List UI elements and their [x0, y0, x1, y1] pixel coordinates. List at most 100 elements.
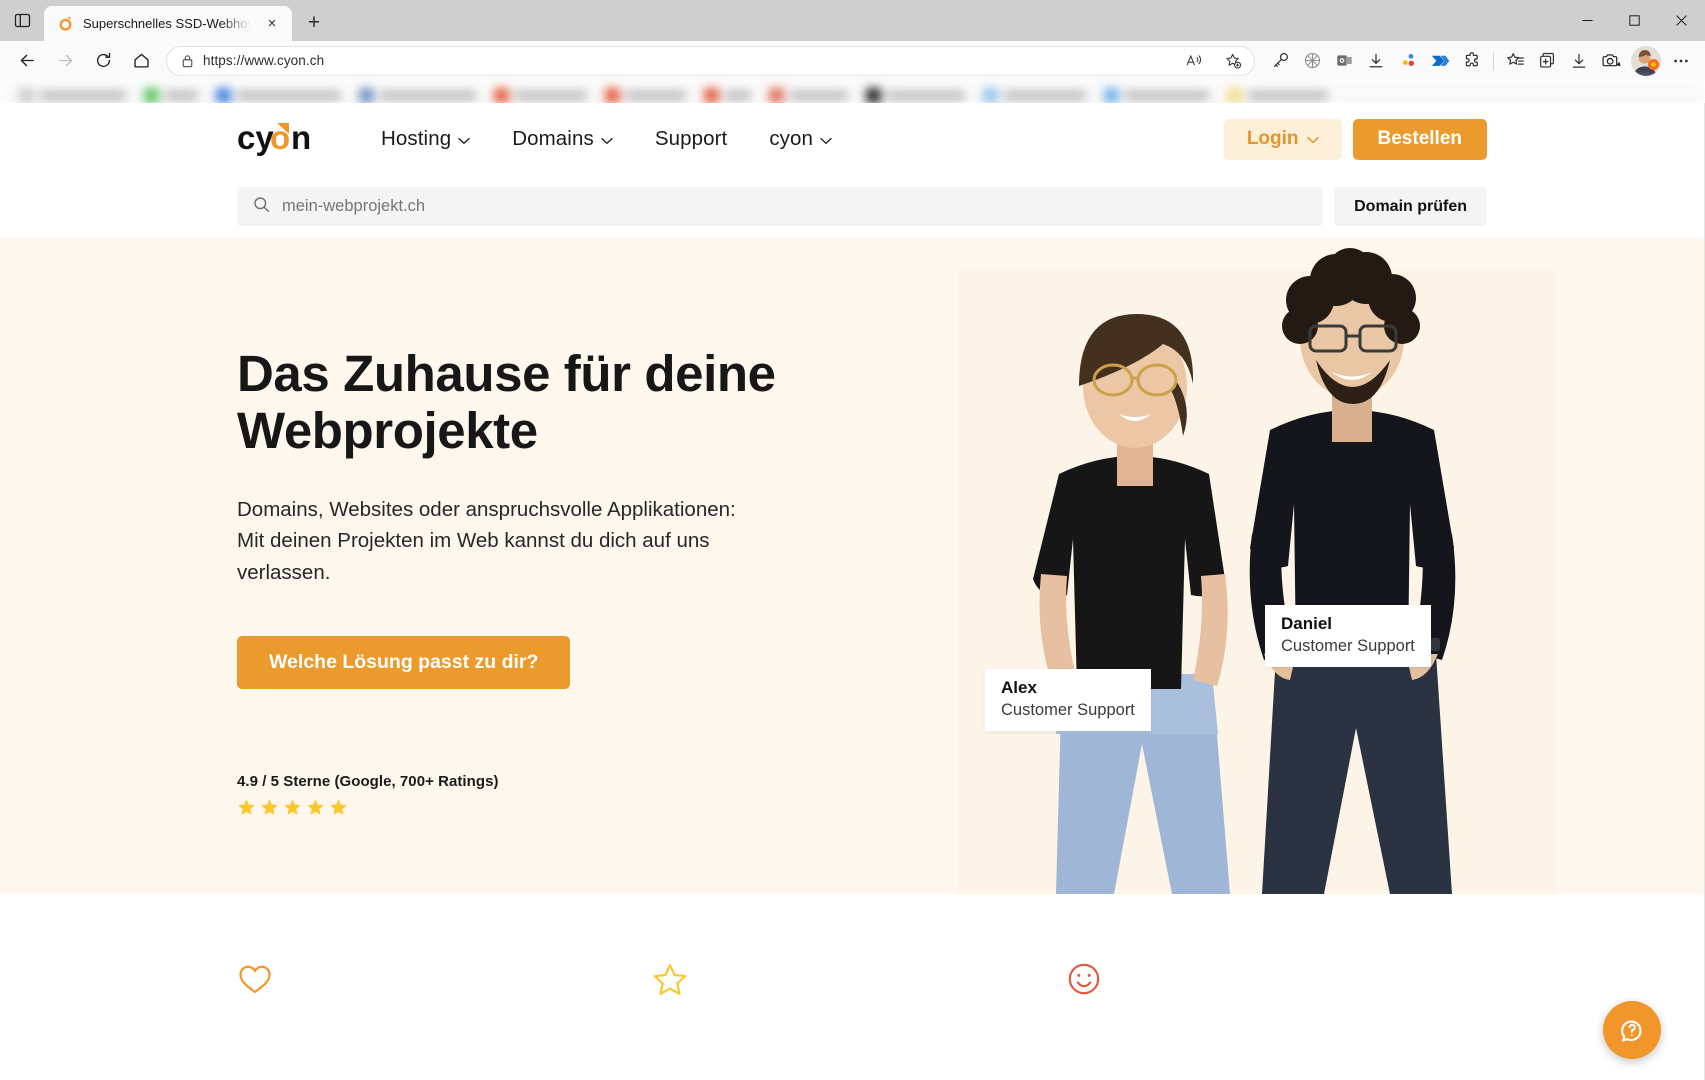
site-header-actions: Login Bestellen: [1223, 118, 1705, 160]
browser-essentials-icon[interactable]: [1296, 45, 1328, 77]
bookmark-favicon: [704, 87, 719, 103]
power-automate-icon[interactable]: [1424, 45, 1456, 77]
star-icon: [260, 798, 279, 822]
add-favorite-icon[interactable]: [1218, 47, 1248, 75]
domain-search-input[interactable]: [282, 197, 1308, 216]
downloads-tray-icon[interactable]: [1563, 45, 1595, 77]
window-maximize-button[interactable]: [1611, 0, 1658, 41]
bookmark-label: [237, 90, 341, 100]
bookmark-label: [887, 90, 965, 100]
bookmark-favicon: [866, 87, 881, 103]
hero-cta-button[interactable]: Welche Lösung passt zu dir?: [237, 635, 571, 689]
cyon-logo-icon: [57, 15, 74, 32]
screenshot-icon[interactable]: [1595, 45, 1627, 77]
browser-toolbar: https://www.cyon.ch: [0, 41, 1705, 80]
bookmark-label: [165, 90, 198, 100]
bookmark-favicon: [1227, 87, 1242, 103]
forward-arrow-icon[interactable]: [46, 45, 84, 77]
cyon-logo[interactable]: cy o n: [237, 121, 332, 157]
window-minimize-button[interactable]: [1564, 0, 1611, 41]
bookmark-favicon: [144, 87, 159, 103]
domain-check-button[interactable]: Domain prüfen: [1334, 187, 1487, 226]
settings-more-icon[interactable]: [1665, 45, 1697, 77]
bookmark-favicon: [359, 87, 374, 103]
star-icon: [306, 798, 325, 822]
chevron-down-icon: [820, 127, 832, 151]
reload-icon[interactable]: [84, 45, 122, 77]
toolbar-divider: [1493, 51, 1494, 70]
profile-avatar[interactable]: [1631, 45, 1661, 76]
bookmark-favicon: [983, 87, 998, 103]
lock-icon: [181, 54, 194, 68]
window-close-button[interactable]: [1658, 0, 1705, 41]
domain-search-row: Domain prüfen: [0, 175, 1705, 238]
bookmark-favicon: [19, 87, 34, 103]
star-icon: [652, 962, 688, 998]
badge-daniel: Daniel Customer Support: [1265, 605, 1431, 667]
star-icon: [283, 798, 302, 822]
bookmark-favicon: [605, 87, 620, 103]
address-bar[interactable]: https://www.cyon.ch: [166, 45, 1255, 76]
home-icon[interactable]: [122, 45, 160, 77]
bookmark-label: [515, 90, 587, 100]
collections-icon[interactable]: [1499, 45, 1531, 77]
browser-title-bar: Superschnelles SSD-Webhosting × +: [0, 0, 1705, 41]
nav-item-label: Hosting: [381, 127, 452, 150]
badge-name: Daniel: [1281, 614, 1333, 633]
tab-actions-icon[interactable]: [0, 0, 44, 41]
login-button-label: Login: [1246, 128, 1299, 149]
star-icon: [237, 798, 256, 822]
new-tab-button[interactable]: +: [297, 6, 331, 40]
browser-window: Superschnelles SSD-Webhosting × +: [0, 0, 1705, 1080]
bookmark-label: [1125, 90, 1209, 100]
bookmark-label: [725, 90, 751, 100]
tab-close-icon[interactable]: ×: [260, 12, 284, 36]
hero-section: Alex Customer Support Daniel Customer Su…: [0, 238, 1705, 894]
key-icon[interactable]: [1264, 45, 1296, 77]
nav-item-domains[interactable]: Domains: [491, 127, 634, 151]
badge-alex: Alex Customer Support: [985, 669, 1151, 731]
read-aloud-icon[interactable]: [1179, 47, 1209, 75]
nav-item-hosting[interactable]: Hosting: [360, 127, 491, 151]
nav-item-label: Support: [654, 127, 728, 150]
feature-item: [652, 962, 1067, 998]
nav-item-label: Domains: [512, 127, 594, 150]
browser-tab[interactable]: Superschnelles SSD-Webhosting ×: [44, 6, 292, 41]
svg-text:n: n: [291, 121, 311, 156]
back-arrow-icon[interactable]: [8, 45, 46, 77]
domain-search-field[interactable]: [237, 187, 1324, 226]
chevron-down-icon: [601, 127, 613, 151]
login-button[interactable]: Login: [1223, 118, 1342, 160]
outlook-icon[interactable]: [1328, 45, 1360, 77]
site-main-nav: Hosting Domains Support cyon: [360, 127, 853, 151]
window-controls: [1564, 0, 1705, 41]
smiley-icon: [1067, 962, 1103, 998]
nav-item-cyon[interactable]: cyon: [748, 127, 853, 151]
bookmark-favicon: [494, 87, 509, 103]
bookmark-label: [40, 90, 126, 100]
star-icon: [329, 798, 348, 822]
feature-item: [1067, 962, 1482, 998]
rating-text: 4.9 / 5 Sterne (Google, 700+ Ratings): [237, 773, 499, 790]
features-row: [0, 962, 1705, 998]
feature-item: [237, 962, 652, 998]
chevron-down-icon: [1306, 128, 1319, 150]
bookmark-label: [380, 90, 476, 100]
help-beacon-button[interactable]: [1603, 1001, 1661, 1059]
add-tab-group-icon[interactable]: [1531, 45, 1563, 77]
nav-item-label: cyon: [769, 127, 814, 150]
page-title: Das Zuhause für deine Webprojekte: [237, 345, 776, 460]
chevron-down-icon: [458, 127, 470, 151]
bookmark-label: [1004, 90, 1086, 100]
address-bar-url: https://www.cyon.ch: [203, 53, 325, 68]
heart-icon: [237, 962, 273, 998]
order-button[interactable]: Bestellen: [1352, 118, 1487, 160]
bookmark-label: [626, 90, 686, 100]
bookmark-label: [790, 90, 848, 100]
hero-subtitle: Domains, Websites oder anspruchsvolle Ap…: [237, 498, 736, 584]
google-icon[interactable]: [1392, 45, 1424, 77]
downloads-icon[interactable]: [1360, 45, 1392, 77]
extensions-icon[interactable]: [1456, 45, 1488, 77]
badge-name: Alex: [1001, 678, 1037, 697]
nav-item-support[interactable]: Support: [634, 127, 749, 151]
